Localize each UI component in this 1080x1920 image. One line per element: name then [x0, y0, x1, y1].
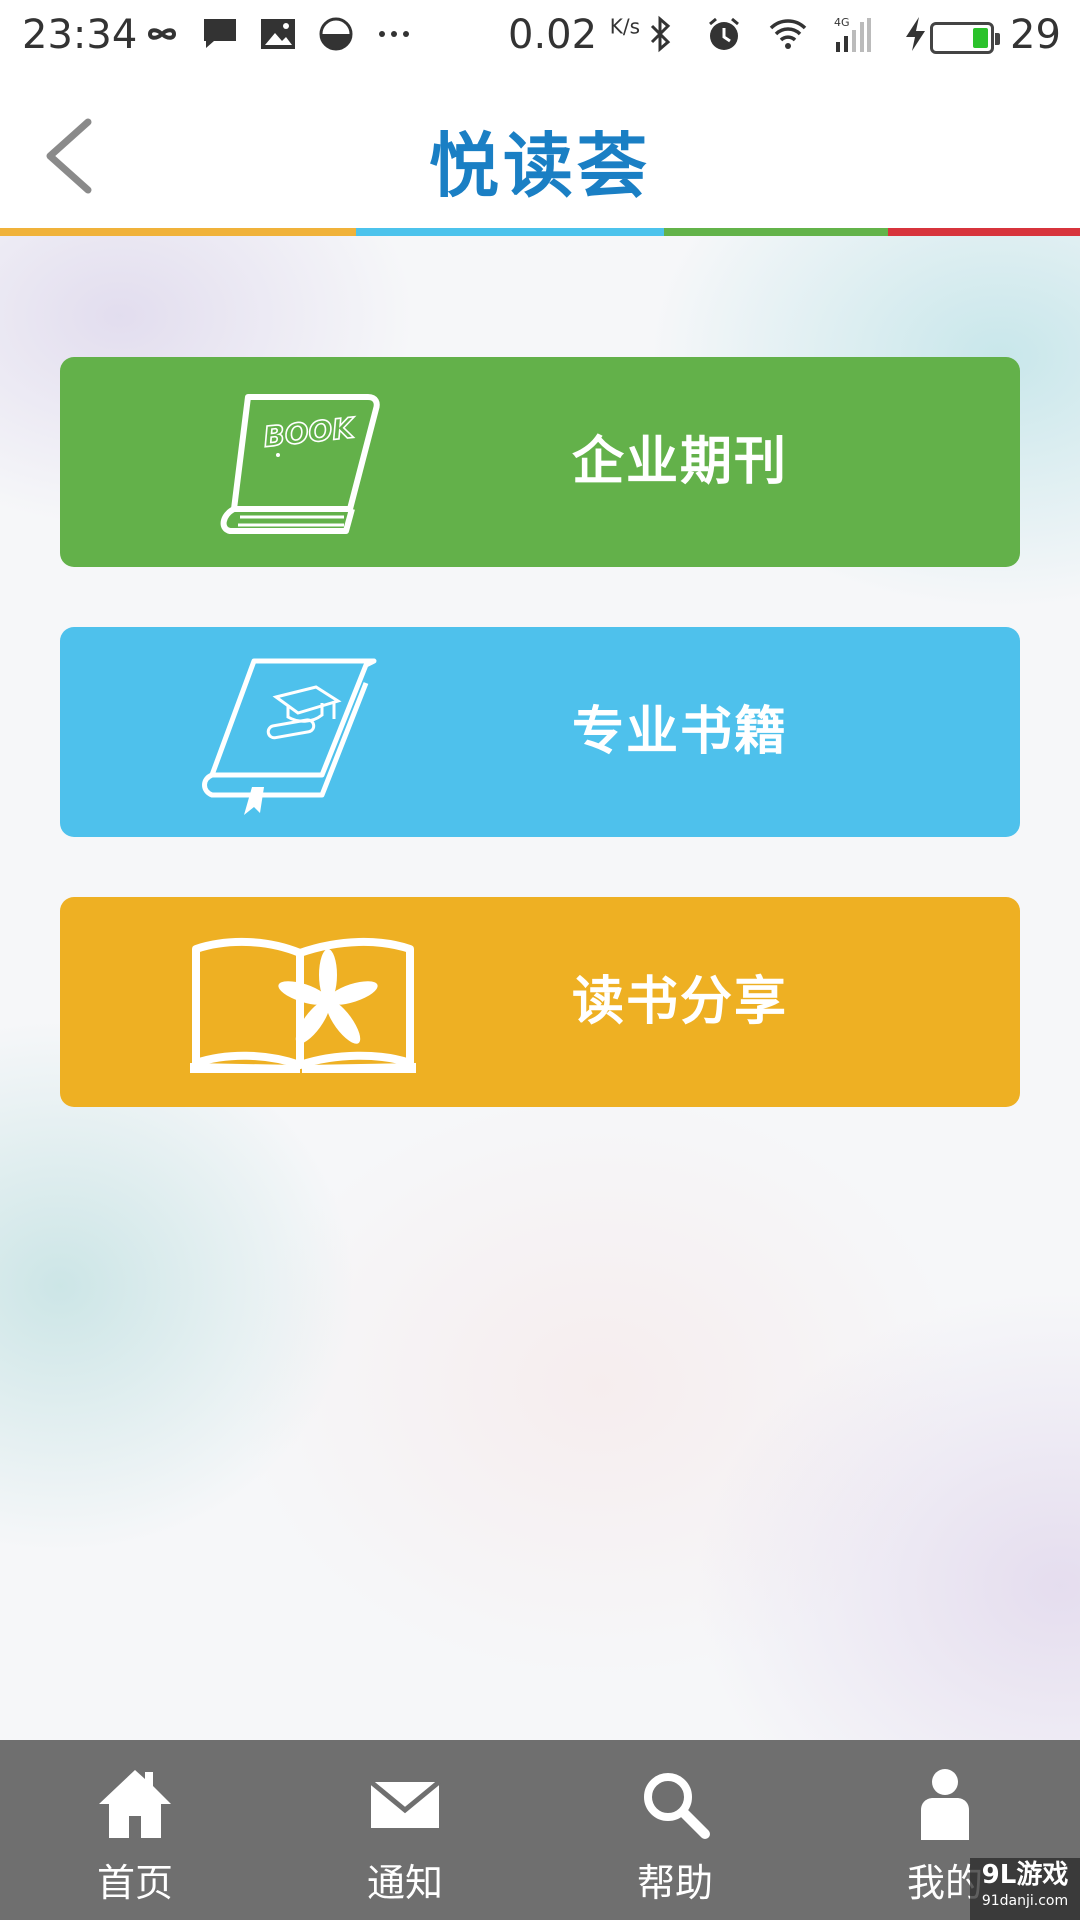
book-icon: BOOK — [220, 394, 380, 534]
menu-item-reading-share[interactable]: 读书分享 — [60, 897, 1020, 1107]
user-icon — [921, 1769, 969, 1840]
stripe-segment — [0, 228, 356, 236]
menu-item-label: 企业期刊 — [572, 432, 789, 492]
watermark-logo: 9L游戏 91danji.com — [970, 1858, 1080, 1920]
stripe-segment — [888, 228, 1080, 236]
page-title: 悦读荟 — [429, 125, 651, 207]
half-circle-icon — [319, 17, 353, 51]
status-right-icons: 4G — [640, 14, 936, 54]
watermark-url: 91danji.com — [981, 1893, 1069, 1909]
open-book-leaf-icon — [190, 937, 416, 1073]
main-content: BOOK 企业期刊 专业书籍 读书分享 — [0, 236, 1080, 1740]
app-header: 悦读荟 — [0, 76, 1080, 228]
menu-item-label: 专业书籍 — [572, 702, 789, 762]
status-bar: 23:34 0.02 K/s 4G 29 — [0, 0, 1080, 76]
nav-item-notice[interactable]: 通知 — [305, 1740, 505, 1920]
message-icon — [204, 19, 236, 48]
status-time: 23:34 — [22, 12, 138, 58]
home-icon — [99, 1770, 171, 1838]
wifi-icon — [769, 19, 807, 49]
search-icon — [644, 1773, 710, 1839]
nav-item-home[interactable]: 首页 — [35, 1740, 235, 1920]
more-dots-icon — [379, 31, 409, 37]
infinity-icon — [147, 28, 177, 40]
graduation-book-icon — [202, 658, 377, 815]
net-speed: 0.02 K/s — [508, 12, 641, 58]
menu-item-label: 读书分享 — [572, 972, 789, 1032]
nav-label: 帮助 — [636, 1861, 713, 1905]
mail-icon — [369, 1780, 441, 1828]
battery-icon — [930, 22, 1000, 54]
signal-icon: 4G — [834, 16, 871, 52]
menu-item-professional-books[interactable]: 专业书籍 — [60, 627, 1020, 837]
svg-text:4G: 4G — [834, 16, 850, 29]
stripe-segment — [356, 228, 664, 236]
header-color-stripe — [0, 228, 1080, 236]
watermark-text: 9L游戏 — [981, 1860, 1069, 1890]
stripe-segment — [664, 228, 888, 236]
menu-item-enterprise-journal[interactable]: BOOK 企业期刊 — [60, 357, 1020, 567]
nav-label: 通知 — [366, 1861, 443, 1905]
svg-text:BOOK: BOOK — [262, 411, 358, 454]
bottom-nav: 首页 通知 帮助 我的 — [0, 1740, 1080, 1920]
image-icon — [261, 19, 295, 49]
bluetooth-icon — [650, 15, 671, 53]
alarm-icon — [709, 17, 739, 50]
status-left-icons — [142, 14, 414, 54]
nav-item-help[interactable]: 帮助 — [575, 1740, 775, 1920]
battery-percent: 29 — [1010, 12, 1061, 58]
nav-label: 首页 — [96, 1861, 173, 1905]
